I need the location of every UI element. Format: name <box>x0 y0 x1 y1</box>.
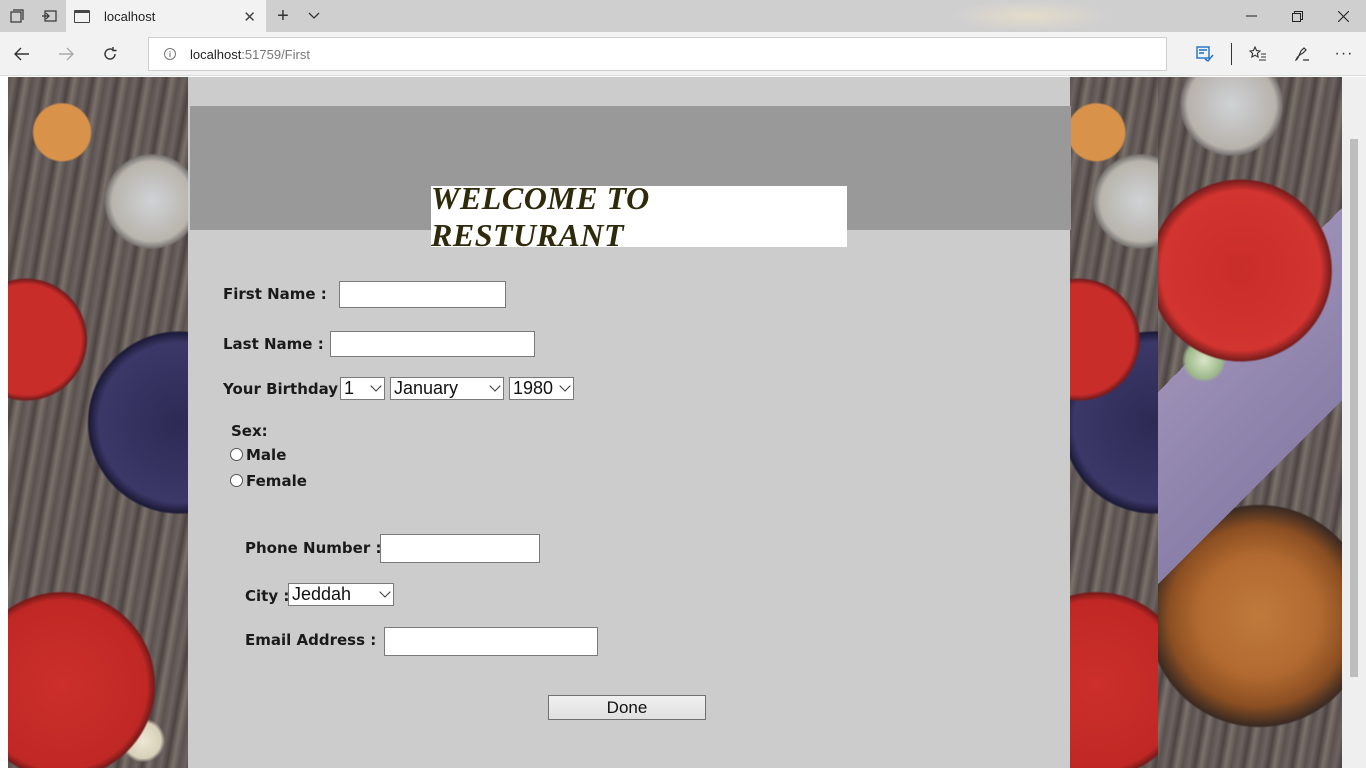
registration-panel: WELCOME TO RESTURANT First Name : Last N… <box>188 77 1071 768</box>
last-name-input[interactable] <box>330 331 535 357</box>
birthday-day-select[interactable]: 1 <box>340 377 385 400</box>
page-title: WELCOME TO RESTURANT <box>431 179 650 253</box>
birthday-day-value: 1 <box>344 378 355 398</box>
phone-input[interactable] <box>380 534 540 563</box>
reading-view-icon[interactable] <box>1185 32 1225 76</box>
phone-label: Phone Number : <box>245 539 382 557</box>
navigation-bar: i localhost:51759/First ··· <box>0 32 1366 76</box>
tab-set-aside-icon[interactable] <box>4 0 30 32</box>
page-viewport: WELCOME TO RESTURANT First Name : Last N… <box>0 77 1366 768</box>
sex-label: Sex: <box>231 422 268 440</box>
birthday-year-value: 1980 <box>513 378 554 398</box>
background-food-image-right <box>1158 77 1342 768</box>
viewport-edge <box>0 77 8 768</box>
new-tab-icon[interactable]: + <box>272 0 294 32</box>
first-name-label: First Name : <box>223 285 327 303</box>
minimize-icon[interactable] <box>1228 0 1274 32</box>
sex-female-label: Female <box>246 472 307 490</box>
birthday-label: Your Birthday : <box>223 380 350 398</box>
chevron-down-icon <box>379 586 391 598</box>
email-label: Email Address : <box>245 631 377 649</box>
sex-male-label: Male <box>246 446 287 464</box>
restore-icon[interactable] <box>1274 0 1320 32</box>
favorites-icon[interactable] <box>1238 32 1278 76</box>
more-icon[interactable]: ··· <box>1324 32 1364 76</box>
birthday-month-value: January <box>394 378 459 398</box>
forward-icon[interactable] <box>44 32 88 76</box>
city-label: City : <box>245 587 290 605</box>
city-select[interactable]: Jeddah <box>288 583 394 606</box>
chevron-down-icon[interactable] <box>304 0 324 32</box>
done-button[interactable]: Done <box>548 695 706 720</box>
page-icon <box>74 9 90 23</box>
tab-bar-glow <box>950 0 1110 32</box>
chevron-down-icon <box>559 380 571 392</box>
tab-localhost[interactable]: localhost ✕ <box>66 0 266 32</box>
scrollbar-thumb[interactable] <box>1350 139 1358 677</box>
refresh-icon[interactable] <box>88 32 132 76</box>
sex-male-radio[interactable] <box>230 448 243 461</box>
tabs-preview-icon[interactable] <box>36 0 62 32</box>
email-input[interactable] <box>384 627 598 656</box>
chevron-down-icon <box>370 380 382 392</box>
background-food-image-center-right <box>1070 77 1158 768</box>
tab-bar: localhost ✕ + <box>0 0 1366 32</box>
url-host: localhost <box>190 46 242 62</box>
birthday-month-select[interactable]: January <box>390 377 504 400</box>
address-bar[interactable]: i localhost:51759/First <box>148 37 1167 71</box>
first-name-input[interactable] <box>339 281 506 308</box>
sex-female-radio[interactable] <box>230 474 243 487</box>
background-food-image-left <box>8 77 188 768</box>
tab-title: localhost <box>104 8 156 24</box>
close-icon[interactable] <box>1320 0 1366 32</box>
back-icon[interactable] <box>0 32 44 76</box>
toolbar-separator <box>1231 43 1232 65</box>
chevron-down-icon <box>489 380 501 392</box>
scrollbar[interactable] <box>1342 77 1366 768</box>
title-box: WELCOME TO RESTURANT <box>431 180 847 253</box>
birthday-year-select[interactable]: 1980 <box>509 377 574 400</box>
web-note-icon[interactable] <box>1282 32 1322 76</box>
tab-close-icon[interactable]: ✕ <box>243 8 256 26</box>
last-name-label: Last Name : <box>223 335 324 353</box>
city-value: Jeddah <box>292 584 352 604</box>
site-info-icon[interactable]: i <box>164 48 176 60</box>
url-path: :51759/First <box>241 46 310 62</box>
